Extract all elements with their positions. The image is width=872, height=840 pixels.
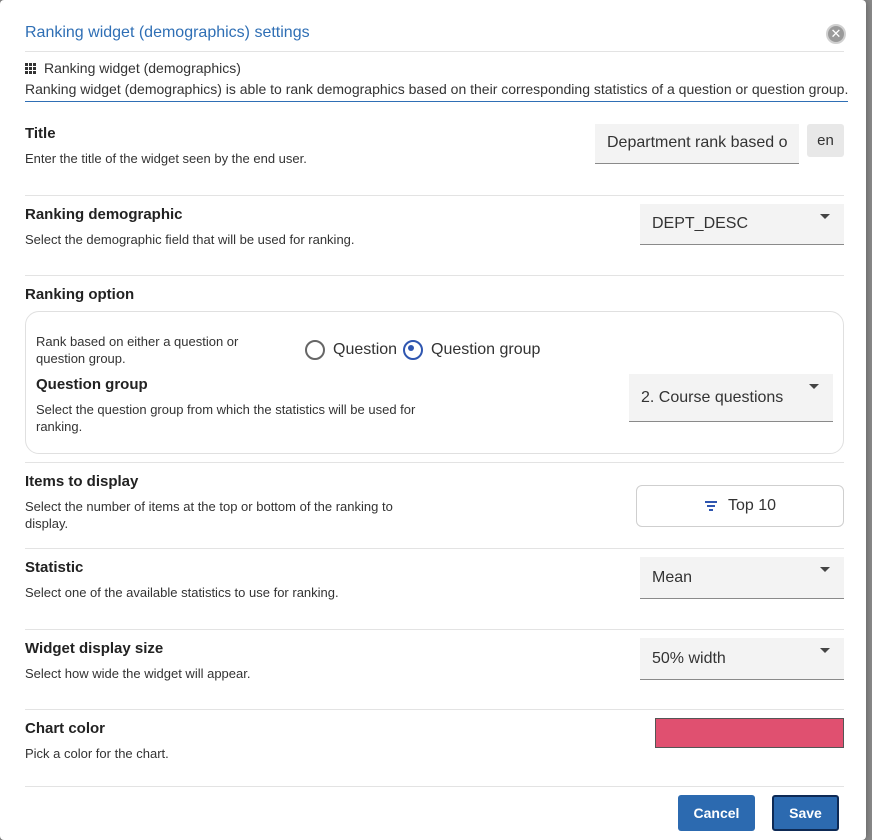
widget-description: Ranking widget (demographics) is able to… [25, 81, 848, 102]
statistic-desc: Select one of the available statistics t… [25, 585, 339, 600]
save-button[interactable]: Save [772, 795, 839, 831]
cancel-button[interactable]: Cancel [678, 795, 755, 831]
ranking-demographic-value: DEPT_DESC [652, 215, 749, 232]
radio-question-button[interactable] [305, 340, 325, 360]
ranking-option-desc: Rank based on either a question or quest… [36, 334, 239, 366]
divider [25, 548, 844, 549]
dialog-title: Ranking widget (demographics) settings [25, 24, 310, 41]
divider [25, 195, 844, 196]
chart-color-label: Chart color [25, 720, 106, 737]
display-size-desc: Select how wide the widget will appear. [25, 666, 251, 681]
display-size-label: Widget display size [25, 640, 164, 657]
items-to-display-value: Top 10 [727, 497, 777, 514]
divider [25, 462, 844, 463]
filter-icon [704, 499, 718, 513]
chevron-down-icon [820, 214, 830, 219]
radio-question-group-button[interactable] [403, 340, 423, 360]
divider [25, 629, 844, 630]
display-size-value: 50% width [652, 649, 726, 667]
question-group-label: Question group [36, 376, 148, 393]
radio-question-group-label: Question group [431, 341, 541, 358]
ranking-demographic-desc: Select the demographic field that will b… [25, 232, 355, 247]
chevron-down-icon [809, 384, 819, 389]
ranking-option-label: Ranking option [25, 286, 135, 303]
radio-question-group[interactable]: Question group [403, 340, 540, 360]
items-to-display-button[interactable]: Top 10 [636, 485, 844, 527]
widget-type-label: Ranking widget (demographics) [25, 60, 241, 76]
widget-type-name: Ranking widget (demographics) [44, 60, 241, 76]
question-group-value: 2. Course questions [641, 388, 784, 406]
divider [25, 275, 844, 276]
settings-dialog: Ranking widget (demographics) settings ✕… [0, 0, 866, 840]
title-section-label: Title [25, 125, 56, 142]
radio-question[interactable]: Question [305, 340, 397, 360]
question-group-desc: Select the question group from which the… [36, 402, 416, 434]
grid-icon [25, 62, 36, 74]
language-button[interactable]: en [807, 124, 844, 157]
divider [25, 786, 844, 787]
chevron-down-icon [820, 648, 830, 653]
divider [25, 51, 844, 52]
display-size-select[interactable]: 50% width [640, 638, 844, 680]
divider [25, 709, 844, 710]
chevron-down-icon [820, 567, 830, 572]
radio-question-label: Question [333, 341, 398, 358]
statistic-value: Mean [652, 568, 693, 586]
chart-color-picker[interactable] [655, 718, 844, 748]
close-icon[interactable]: ✕ [826, 24, 846, 44]
question-group-select[interactable]: 2. Course questions [629, 374, 833, 422]
statistic-label: Statistic [25, 559, 84, 576]
items-to-display-desc: Select the number of items at the top or… [25, 499, 393, 531]
items-to-display-label: Items to display [25, 473, 139, 490]
statistic-select[interactable]: Mean [640, 557, 844, 599]
ranking-demographic-label: Ranking demographic [25, 206, 183, 223]
title-input[interactable]: Department rank based o [595, 124, 799, 164]
ranking-demographic-select[interactable]: DEPT_DESC [640, 204, 844, 245]
chart-color-desc: Pick a color for the chart. [25, 746, 169, 761]
title-section-desc: Enter the title of the widget seen by th… [25, 151, 307, 166]
